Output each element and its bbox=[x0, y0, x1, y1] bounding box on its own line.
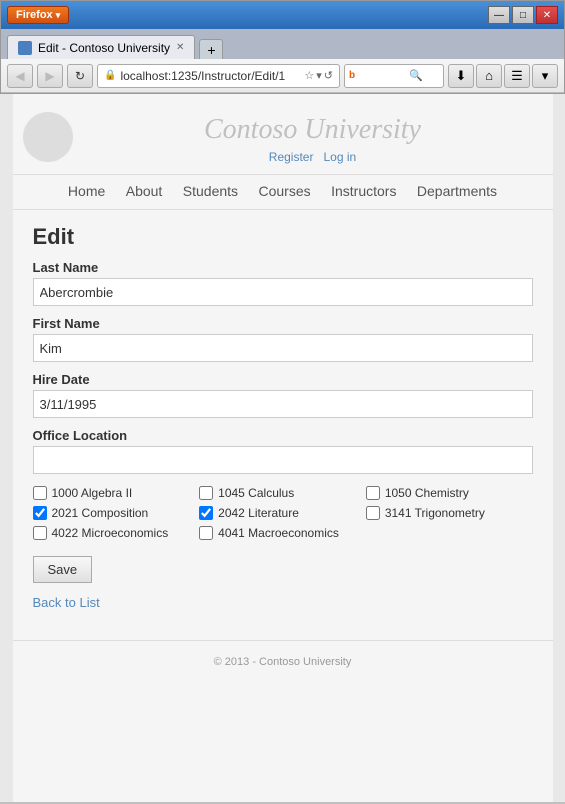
site-wrapper: Contoso University Register Log in Home … bbox=[13, 94, 553, 802]
course-label-1000: 1000 Algebra II bbox=[52, 486, 133, 500]
address-bar[interactable]: 🔒 localhost:1235/Instructor/Edit/1 ☆ ▾ ↺ bbox=[97, 64, 340, 88]
course-checkbox-4041[interactable] bbox=[199, 526, 213, 540]
save-button[interactable]: Save bbox=[33, 556, 93, 583]
course-checkbox-2021[interactable] bbox=[33, 506, 47, 520]
course-item-3141: 3141 Trigonometry bbox=[366, 506, 533, 520]
course-checkbox-1050[interactable] bbox=[366, 486, 380, 500]
menu-button[interactable]: ▾ bbox=[532, 64, 558, 88]
address-icons: ☆ ▾ ↺ bbox=[304, 69, 333, 82]
last-name-input[interactable] bbox=[33, 278, 533, 306]
addons-icon: ☰ bbox=[511, 68, 523, 84]
office-location-group: Office Location bbox=[33, 428, 533, 474]
hire-date-label: Hire Date bbox=[33, 372, 533, 387]
page-content: Contoso University Register Log in Home … bbox=[0, 94, 565, 802]
main-content: Edit Last Name First Name Hire Date Offi… bbox=[13, 214, 553, 620]
maximize-button[interactable]: □ bbox=[512, 6, 534, 24]
first-name-label: First Name bbox=[33, 316, 533, 331]
bookmark-icon[interactable]: ▾ bbox=[316, 69, 322, 82]
course-label-2021: 2021 Composition bbox=[52, 506, 149, 520]
page-title: Edit bbox=[33, 224, 533, 250]
courses-grid: 1000 Algebra II 1045 Calculus 1050 Chemi… bbox=[33, 486, 533, 540]
firefox-menu-button[interactable]: Firefox bbox=[7, 6, 69, 24]
course-checkbox-3141[interactable] bbox=[366, 506, 380, 520]
download-button[interactable]: ⬇ bbox=[448, 64, 474, 88]
search-go-icon[interactable]: 🔍 bbox=[409, 69, 423, 82]
site-footer: © 2013 - Contoso University bbox=[13, 640, 553, 683]
back-to-list-link[interactable]: Back to List bbox=[33, 595, 533, 610]
course-item-4041: 4041 Macroeconomics bbox=[199, 526, 366, 540]
course-item-2021: 2021 Composition bbox=[33, 506, 200, 520]
search-bar[interactable]: b 🔍 bbox=[344, 64, 444, 88]
back-button[interactable]: ◀ bbox=[7, 64, 33, 88]
first-name-input[interactable] bbox=[33, 334, 533, 362]
forward-button[interactable]: ▶ bbox=[37, 64, 63, 88]
course-label-1045: 1045 Calculus bbox=[218, 486, 294, 500]
course-checkbox-2042[interactable] bbox=[199, 506, 213, 520]
address-text: localhost:1235/Instructor/Edit/1 bbox=[120, 69, 300, 83]
office-location-input[interactable] bbox=[33, 446, 533, 474]
search-engine-logo: b bbox=[349, 70, 355, 81]
course-label-3141: 3141 Trigonometry bbox=[385, 506, 485, 520]
home-icon: ⌂ bbox=[485, 68, 493, 83]
course-label-1050: 1050 Chemistry bbox=[385, 486, 469, 500]
login-link[interactable]: Log in bbox=[324, 150, 357, 164]
title-bar: Firefox — □ ✕ bbox=[1, 1, 564, 29]
register-link[interactable]: Register bbox=[269, 150, 314, 164]
tab-close-icon[interactable]: ✕ bbox=[176, 42, 184, 53]
avatar bbox=[23, 112, 73, 162]
course-label-2042: 2042 Literature bbox=[218, 506, 299, 520]
toolbar-icons: ⬇ ⌂ ☰ ▾ bbox=[448, 64, 558, 88]
back-arrow-icon: ◀ bbox=[15, 69, 24, 83]
office-location-label: Office Location bbox=[33, 428, 533, 443]
home-button[interactable]: ⌂ bbox=[476, 64, 502, 88]
course-item-2042: 2042 Literature bbox=[199, 506, 366, 520]
header-row: Contoso University Register Log in bbox=[13, 114, 553, 164]
last-name-label: Last Name bbox=[33, 260, 533, 275]
download-icon: ⬇ bbox=[456, 68, 467, 84]
site-header: Contoso University Register Log in bbox=[13, 94, 553, 174]
nav-about[interactable]: About bbox=[126, 183, 163, 199]
close-button[interactable]: ✕ bbox=[536, 6, 558, 24]
course-item-1000: 1000 Algebra II bbox=[33, 486, 200, 500]
course-item-4022: 4022 Microeconomics bbox=[33, 526, 200, 540]
menu-icon: ▾ bbox=[542, 68, 549, 84]
first-name-group: First Name bbox=[33, 316, 533, 362]
site-nav: Home About Students Courses Instructors … bbox=[13, 174, 553, 210]
tab-title: Edit - Contoso University bbox=[38, 41, 170, 55]
course-item-1045: 1045 Calculus bbox=[199, 486, 366, 500]
tab-bar: Edit - Contoso University ✕ + bbox=[1, 29, 564, 59]
reload-icon: ↻ bbox=[75, 69, 85, 83]
window-controls: — □ ✕ bbox=[488, 6, 558, 24]
nav-instructors[interactable]: Instructors bbox=[331, 183, 396, 199]
course-label-4041: 4041 Macroeconomics bbox=[218, 526, 339, 540]
course-label-4022: 4022 Microeconomics bbox=[52, 526, 169, 540]
nav-departments[interactable]: Departments bbox=[417, 183, 497, 199]
last-name-group: Last Name bbox=[33, 260, 533, 306]
reload-button[interactable]: ↻ bbox=[67, 64, 93, 88]
minimize-button[interactable]: — bbox=[488, 6, 510, 24]
forward-arrow-icon: ▶ bbox=[45, 69, 54, 83]
new-tab-button[interactable]: + bbox=[199, 39, 223, 59]
search-input[interactable] bbox=[357, 70, 407, 82]
site-title: Contoso University bbox=[73, 114, 553, 146]
active-tab[interactable]: Edit - Contoso University ✕ bbox=[7, 35, 195, 59]
nav-home[interactable]: Home bbox=[68, 183, 105, 199]
hire-date-group: Hire Date bbox=[33, 372, 533, 418]
firefox-label: Firefox bbox=[16, 9, 53, 21]
hire-date-input[interactable] bbox=[33, 390, 533, 418]
course-checkbox-1045[interactable] bbox=[199, 486, 213, 500]
footer-text: © 2013 - Contoso University bbox=[214, 656, 352, 668]
course-checkbox-4022[interactable] bbox=[33, 526, 47, 540]
tab-favicon bbox=[18, 41, 32, 55]
addons-button[interactable]: ☰ bbox=[504, 64, 530, 88]
course-checkbox-1000[interactable] bbox=[33, 486, 47, 500]
lock-icon: 🔒 bbox=[104, 70, 116, 81]
course-item-1050: 1050 Chemistry bbox=[366, 486, 533, 500]
nav-bar: ◀ ▶ ↻ 🔒 localhost:1235/Instructor/Edit/1… bbox=[1, 59, 564, 93]
star-icon[interactable]: ☆ bbox=[304, 69, 314, 82]
nav-students[interactable]: Students bbox=[183, 183, 238, 199]
nav-courses[interactable]: Courses bbox=[259, 183, 311, 199]
refresh-icon[interactable]: ↺ bbox=[324, 69, 333, 82]
auth-links: Register Log in bbox=[73, 150, 553, 164]
